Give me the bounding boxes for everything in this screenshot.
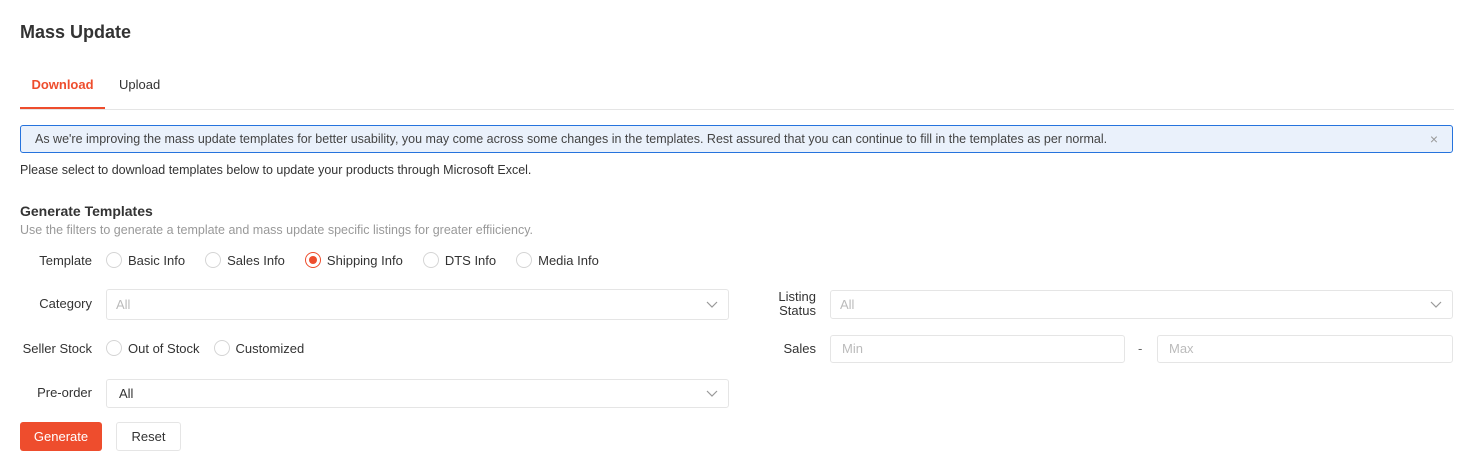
radio-basic-info[interactable]: Basic Info	[106, 252, 185, 268]
notice-banner: As we're improving the mass update templ…	[20, 125, 1453, 153]
page-title: Mass Update	[20, 22, 132, 42]
tab-upload[interactable]: Upload	[119, 68, 160, 109]
generate-button[interactable]: Generate	[20, 422, 102, 451]
chevron-down-icon	[706, 380, 718, 417]
sales-min-input[interactable]: Min	[830, 335, 1125, 363]
radio-checked-icon	[304, 252, 321, 268]
sales-label: Sales	[783, 341, 816, 356]
radio-shipping-info[interactable]: Shipping Info	[304, 252, 403, 268]
chevron-down-icon	[706, 290, 718, 330]
chevron-down-icon	[1430, 291, 1442, 328]
category-value: All	[116, 297, 131, 312]
seller-stock-label: Seller Stock	[22, 341, 92, 356]
radio-icon	[422, 252, 439, 268]
template-radio-group: Basic Info Sales Info Shipping Info DTS …	[106, 252, 619, 268]
category-label: Category	[39, 296, 92, 311]
tab-bar: Download Upload	[20, 68, 1454, 110]
notice-text: As we're improving the mass update templ…	[35, 132, 1108, 146]
radio-icon	[205, 252, 222, 268]
radio-out-of-stock[interactable]: Out of Stock	[106, 340, 200, 356]
preorder-value: All	[119, 386, 134, 401]
section-title: Generate Templates	[20, 203, 153, 219]
radio-icon	[106, 340, 122, 356]
radio-icon	[106, 252, 122, 268]
listing-status-select[interactable]: All	[830, 290, 1453, 319]
template-label: Template	[39, 253, 92, 268]
section-subtitle: Use the filters to generate a template a…	[20, 223, 533, 237]
category-select[interactable]: All	[106, 289, 729, 320]
sales-max-input[interactable]: Max	[1157, 335, 1453, 363]
close-icon[interactable]: ×	[1430, 126, 1438, 152]
sales-range-separator: -	[1138, 341, 1143, 356]
radio-media-info[interactable]: Media Info	[516, 252, 599, 268]
listing-status-value: All	[840, 297, 855, 312]
radio-sales-info[interactable]: Sales Info	[205, 252, 285, 268]
seller-stock-radio-group: Out of Stock Customized	[106, 340, 324, 356]
preorder-label: Pre-order	[37, 385, 92, 400]
radio-dts-info[interactable]: DTS Info	[422, 252, 496, 268]
radio-icon	[213, 340, 230, 356]
preorder-select[interactable]: All	[106, 379, 729, 408]
radio-icon	[516, 252, 533, 268]
page-description: Please select to download templates belo…	[20, 163, 532, 177]
reset-button[interactable]: Reset	[116, 422, 181, 451]
radio-customized[interactable]: Customized	[213, 340, 304, 356]
listing-status-label: Listing Status	[778, 289, 816, 318]
tab-download[interactable]: Download	[20, 68, 105, 109]
